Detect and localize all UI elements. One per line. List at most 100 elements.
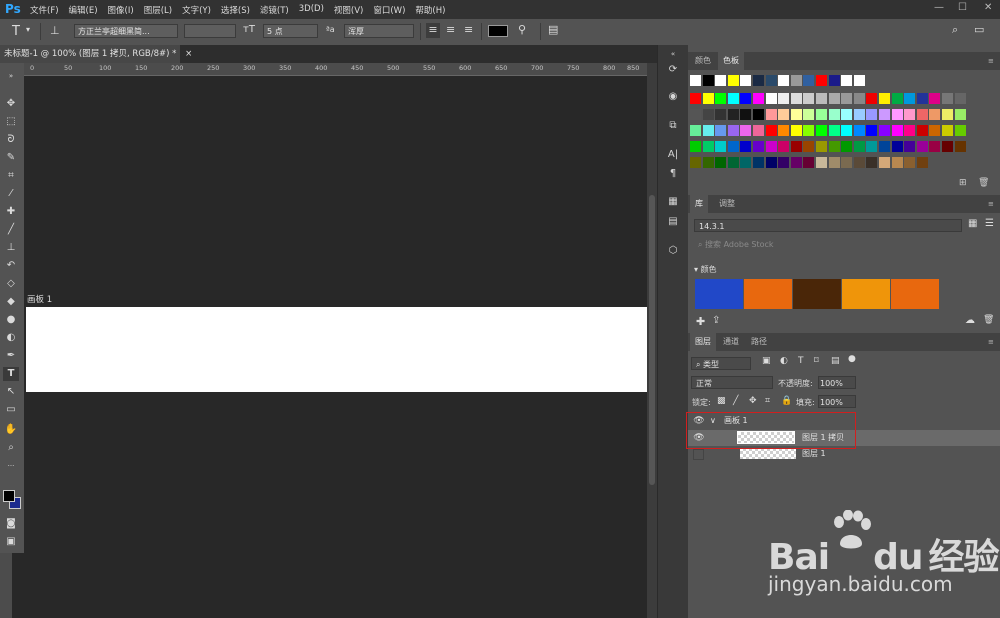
menu-image[interactable]: 图像(I) xyxy=(108,4,134,16)
color-swatch[interactable] xyxy=(916,93,928,104)
color-swatch[interactable] xyxy=(803,141,815,152)
color-swatch[interactable] xyxy=(753,125,764,136)
color-swatch[interactable] xyxy=(841,157,853,168)
healing-brush-tool-icon[interactable]: ✚ xyxy=(3,205,19,219)
pen-tool-icon[interactable]: ✒ xyxy=(3,349,19,363)
color-swatch[interactable] xyxy=(778,93,790,104)
color-swatch[interactable] xyxy=(753,75,764,86)
library-color-swatch[interactable] xyxy=(891,279,939,309)
layer-filter-select[interactable]: ⌕ 类型 xyxy=(691,357,751,370)
quick-mask-icon[interactable]: ◙ xyxy=(3,517,19,531)
color-swatch[interactable] xyxy=(841,125,853,136)
preset-dropdown-icon[interactable]: ▾ xyxy=(26,25,30,34)
more-tools-icon[interactable]: ··· xyxy=(3,459,19,473)
color-swatch[interactable] xyxy=(803,109,815,120)
filter-adjustment-icon[interactable]: ◐ xyxy=(780,356,788,366)
scrollbar-thumb[interactable] xyxy=(649,195,655,485)
menu-filter[interactable]: 滤镜(T) xyxy=(260,4,289,16)
path-selection-tool-icon[interactable]: ↖ xyxy=(3,385,19,399)
color-swatch[interactable] xyxy=(891,125,903,136)
color-swatch[interactable] xyxy=(702,125,714,136)
paths-panel-icon[interactable]: ⧉ xyxy=(666,119,680,133)
screen-mode-icon[interactable]: ▣ xyxy=(3,535,19,549)
color-swatch[interactable] xyxy=(790,75,802,86)
lasso-tool-icon[interactable]: ᘐ xyxy=(3,133,19,147)
color-swatch[interactable] xyxy=(816,75,827,86)
library-color-swatch[interactable] xyxy=(695,279,743,309)
color-swatch[interactable] xyxy=(740,157,752,168)
paragraph-panel-icon[interactable]: ¶ xyxy=(666,167,680,181)
color-swatch[interactable] xyxy=(727,75,739,86)
toggle-orientation-icon[interactable]: ⊥ xyxy=(50,24,60,37)
color-swatch[interactable] xyxy=(954,125,966,136)
color-swatch[interactable] xyxy=(816,141,827,152)
history-brush-tool-icon[interactable]: ↶ xyxy=(3,259,19,273)
clone-stamp-tool-icon[interactable]: ⊥ xyxy=(3,241,19,255)
color-swatch[interactable] xyxy=(853,157,865,168)
color-swatch[interactable] xyxy=(879,157,890,168)
color-swatch[interactable] xyxy=(816,93,827,104)
color-swatch[interactable] xyxy=(942,93,953,104)
color-swatch[interactable] xyxy=(841,93,853,104)
color-swatch[interactable] xyxy=(778,157,790,168)
color-swatch[interactable] xyxy=(841,141,853,152)
font-family-select[interactable]: 方正兰亭超细黑简... xyxy=(74,24,178,38)
zoom-tool-icon[interactable]: ⌕ xyxy=(3,441,19,455)
color-swatch[interactable] xyxy=(879,141,890,152)
tab-color[interactable]: 颜色 xyxy=(690,52,716,70)
color-swatch[interactable] xyxy=(727,109,739,120)
tab-paths[interactable]: 路径 xyxy=(746,333,772,351)
color-swatch[interactable] xyxy=(790,93,802,104)
quick-select-tool-icon[interactable]: ✎ xyxy=(3,151,19,165)
color-swatch[interactable] xyxy=(916,125,928,136)
properties-panel-icon[interactable]: ◉ xyxy=(666,90,680,104)
color-swatch[interactable] xyxy=(715,75,727,86)
color-swatch[interactable] xyxy=(891,157,903,168)
color-swatch[interactable] xyxy=(929,109,941,120)
marquee-tool-icon[interactable]: ⬚ xyxy=(3,115,19,129)
dodge-tool-icon[interactable]: ◐ xyxy=(3,331,19,345)
character-panel-icon[interactable]: ▤ xyxy=(548,23,558,36)
color-swatch[interactable] xyxy=(778,75,790,86)
color-swatch[interactable] xyxy=(715,125,727,136)
color-swatch[interactable] xyxy=(790,157,802,168)
panel-menu-icon[interactable]: ≡ xyxy=(988,195,994,213)
color-swatch[interactable] xyxy=(891,141,903,152)
color-swatch[interactable] xyxy=(942,141,953,152)
new-swatch-icon[interactable]: ⊞ xyxy=(959,178,967,188)
minimize-button[interactable]: — xyxy=(934,2,944,13)
color-swatch[interactable] xyxy=(702,75,714,86)
font-size-select[interactable]: 5 点 xyxy=(263,24,318,38)
rectangle-tool-icon[interactable]: ▭ xyxy=(3,403,19,417)
color-swatch[interactable] xyxy=(727,93,739,104)
collapse-dock-icon[interactable]: « xyxy=(666,47,680,61)
menu-view[interactable]: 视图(V) xyxy=(334,4,363,16)
color-swatch[interactable] xyxy=(778,141,790,152)
color-swatch[interactable] xyxy=(740,75,752,86)
library-color-swatch[interactable] xyxy=(744,279,792,309)
color-swatch[interactable] xyxy=(740,93,752,104)
hidden-visibility-box[interactable] xyxy=(693,449,704,460)
3d-panel-icon[interactable]: ⬡ xyxy=(666,244,680,258)
color-swatch[interactable] xyxy=(727,157,739,168)
library-group-header[interactable]: ▾ 颜色 xyxy=(694,264,717,275)
tab-libraries[interactable]: 库 xyxy=(690,195,708,213)
color-swatch[interactable] xyxy=(841,75,853,86)
color-swatch[interactable] xyxy=(690,125,701,136)
delete-swatch-icon[interactable]: 🗑 xyxy=(978,178,989,188)
blend-mode-select[interactable]: 正常 xyxy=(691,376,773,389)
add-element-icon[interactable]: ✚ xyxy=(696,315,705,328)
color-swatch[interactable] xyxy=(727,125,739,136)
color-swatch[interactable] xyxy=(702,93,714,104)
grid-view-icon[interactable]: ▦ xyxy=(968,218,977,229)
search-icon[interactable]: ⌕ xyxy=(952,23,958,37)
menu-3d[interactable]: 3D(D) xyxy=(299,4,324,16)
blur-tool-icon[interactable]: ● xyxy=(3,313,19,327)
color-swatch[interactable] xyxy=(803,93,815,104)
color-swatch[interactable] xyxy=(715,93,727,104)
creative-cloud-icon[interactable]: ☁ xyxy=(965,315,975,326)
color-swatch[interactable] xyxy=(702,141,714,152)
library-color-swatch[interactable] xyxy=(842,279,890,309)
filter-type-icon[interactable]: T xyxy=(798,356,804,366)
color-swatch[interactable] xyxy=(816,157,827,168)
